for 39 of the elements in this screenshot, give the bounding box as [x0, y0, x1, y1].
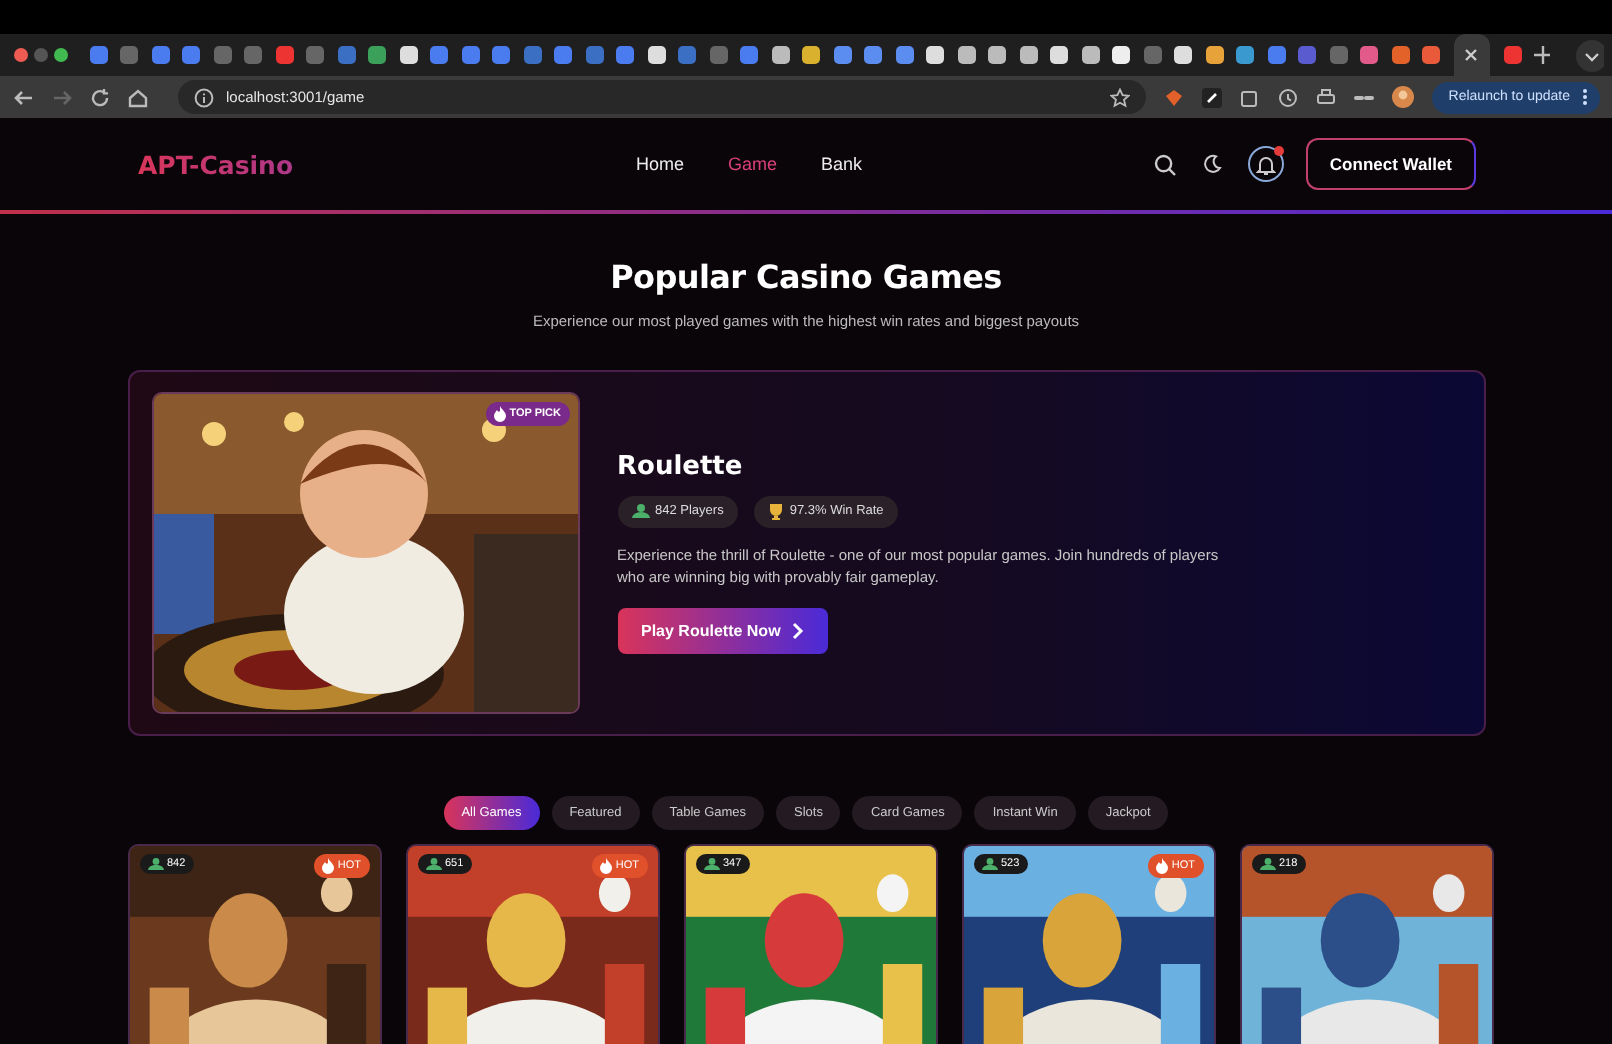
players-icon	[631, 504, 649, 519]
print-icon[interactable]	[1316, 87, 1337, 107]
flame-icon	[1155, 858, 1168, 874]
info-icon	[194, 87, 214, 107]
chevron-right-icon	[792, 622, 805, 641]
game-title: Roulette	[617, 451, 743, 482]
play-button[interactable]: Play Roulette Now	[617, 608, 829, 655]
moon-icon[interactable]	[1201, 154, 1222, 174]
players-icon	[147, 858, 163, 870]
close-window-icon[interactable]	[14, 48, 28, 62]
connect-wallet-button[interactable]: Connect Wallet	[1305, 138, 1476, 190]
flame-icon	[321, 858, 334, 874]
nav-link[interactable]: Game	[728, 154, 778, 174]
bell-icon	[1255, 153, 1276, 175]
close-icon[interactable]	[1464, 48, 1479, 62]
nav-link[interactable]: Bank	[821, 154, 863, 174]
new-tab-icon[interactable]	[1534, 46, 1551, 64]
flame-icon	[599, 858, 612, 874]
reload-icon[interactable]	[90, 87, 110, 107]
players-icon	[703, 858, 719, 870]
maximize-window-icon[interactable]	[54, 48, 68, 62]
section-title: Popular Casino Games	[610, 258, 1002, 296]
players-icon	[425, 858, 441, 870]
more-icon	[1582, 88, 1588, 106]
nav-link[interactable]: Home	[636, 154, 685, 174]
players-icon	[1259, 858, 1275, 870]
trophy-icon	[767, 503, 784, 520]
active-tab[interactable]	[1453, 34, 1491, 76]
players-icon	[981, 858, 997, 870]
history-icon[interactable]	[1278, 87, 1299, 107]
notification-button[interactable]	[1247, 146, 1284, 182]
star-icon[interactable]	[1110, 87, 1131, 107]
search-icon[interactable]	[1153, 153, 1176, 175]
extension-icon[interactable]	[1202, 87, 1223, 107]
back-icon[interactable]	[14, 87, 34, 107]
home-icon[interactable]	[128, 87, 148, 107]
tab-list-icon[interactable]	[1576, 39, 1604, 71]
flame-icon	[493, 406, 506, 422]
avatar-icon[interactable]	[1392, 86, 1415, 108]
